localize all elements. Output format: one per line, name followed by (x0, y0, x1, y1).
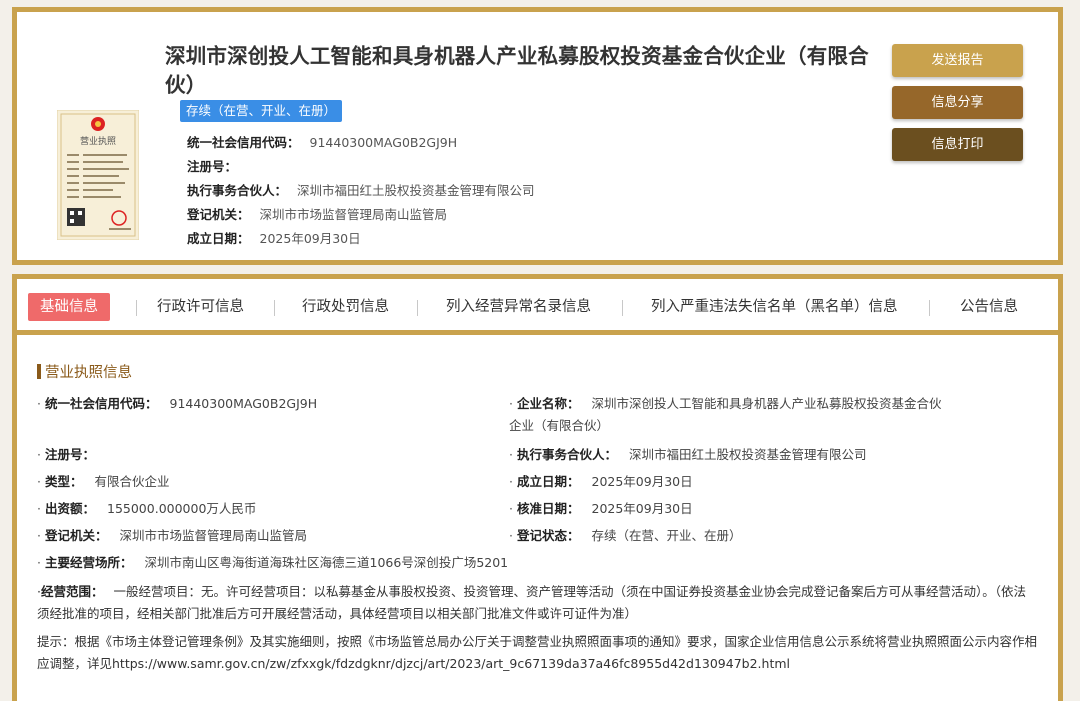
company-summary-card: 营业执照 深圳市深创投人工智能和具身机器人产业私募股权投资基金合伙企业（有限合伙… (12, 7, 1063, 265)
tab-basic-info[interactable]: 基础信息 (28, 293, 110, 321)
tab-divider (622, 300, 623, 316)
tab-admin-penalty[interactable]: 行政处罚信息 (302, 293, 389, 321)
detail-business-scope: ·经营范围： 一般经营项目：无。许可经营项目：以私募基金从事股权投资、投资管理、资… (37, 584, 1027, 621)
authority-row: 登记机关： 深圳市市场监督管理局南山监管局 (187, 204, 447, 223)
tab-divider (417, 300, 418, 316)
detail-credit-code: · 统一社会信用代码： 91440300MAG0B2GJ9H (37, 396, 318, 411)
tab-bar: 基础信息 行政许可信息 行政处罚信息 列入经营异常名录信息 列入严重违法失信名单… (17, 279, 1058, 335)
details-panel: 基础信息 行政许可信息 行政处罚信息 列入经营异常名录信息 列入严重违法失信名单… (12, 274, 1063, 701)
detail-established: · 成立日期： 2025年09月30日 (509, 474, 693, 489)
tab-divider (274, 300, 275, 316)
detail-reg-no: · 注册号： (37, 447, 95, 462)
tab-divider (929, 300, 930, 316)
authority-label: 登记机关： (187, 207, 250, 222)
detail-reg-status: · 登记状态： 存续（在营、开业、在册） (509, 528, 742, 543)
detail-partner: · 执行事务合伙人： 深圳市福田红土股权投资基金管理有限公司 (509, 447, 867, 462)
established-value: 2025年09月30日 (259, 231, 361, 246)
established-label: 成立日期： (187, 231, 250, 246)
status-badge: 存续（在营、开业、在册） (180, 100, 343, 122)
send-report-button[interactable]: 发送报告 (892, 44, 1023, 77)
credit-code-row: 统一社会信用代码： 91440300MAG0B2GJ9H (187, 132, 457, 151)
notice-text: 提示：根据《市场主体登记管理条例》及其实施细则，按照《市场监管总局办公厅关于调整… (37, 634, 1038, 671)
detail-address: · 主要经营场所： 深圳市南山区粤海街道海珠社区海德三道1066号深创投广场5201 (37, 555, 509, 570)
tab-abnormal-list[interactable]: 列入经营异常名录信息 (446, 293, 591, 321)
business-license-icon: 营业执照 (56, 109, 140, 241)
license-title-text: 营业执照 (80, 135, 116, 147)
print-info-button[interactable]: 信息打印 (892, 128, 1023, 161)
detail-capital: · 出资额： 155000.000000万人民币 (37, 501, 257, 516)
credit-code-value: 91440300MAG0B2GJ9H (309, 135, 458, 150)
reg-no-label: 注册号： (187, 159, 238, 174)
partner-value: 深圳市福田红土股权投资基金管理有限公司 (297, 183, 535, 198)
detail-type: · 类型： 有限合伙企业 (37, 474, 170, 489)
detail-authority: · 登记机关： 深圳市市场监督管理局南山监管局 (37, 528, 308, 543)
tab-announcements[interactable]: 公告信息 (960, 293, 1018, 321)
tab-admin-license[interactable]: 行政许可信息 (157, 293, 244, 321)
tab-blacklist[interactable]: 列入严重违法失信名单（黑名单）信息 (651, 293, 898, 321)
company-name: 深圳市深创投人工智能和具身机器人产业私募股权投资基金合伙企业（有限合伙） (165, 44, 869, 97)
tab-divider (136, 300, 137, 316)
established-row: 成立日期： 2025年09月30日 (187, 228, 361, 247)
partner-label: 执行事务合伙人： (187, 183, 288, 198)
share-info-button[interactable]: 信息分享 (892, 86, 1023, 119)
credit-code-label: 统一社会信用代码： (187, 135, 300, 150)
section-title-bar (37, 364, 41, 379)
partner-row: 执行事务合伙人： 深圳市福田红土股权投资基金管理有限公司 (187, 180, 535, 199)
detail-company-name: · 企业名称： 深圳市深创投人工智能和具身机器人产业私募股权投资基金合伙 企业（有限… (509, 396, 942, 433)
authority-value: 深圳市市场监督管理局南山监管局 (259, 207, 448, 222)
section-title-text: 营业执照信息 (45, 365, 132, 381)
section-title: 营业执照信息 (37, 361, 132, 382)
reg-no-row: 注册号： (187, 156, 247, 175)
detail-approved: · 核准日期： 2025年09月30日 (509, 501, 693, 516)
